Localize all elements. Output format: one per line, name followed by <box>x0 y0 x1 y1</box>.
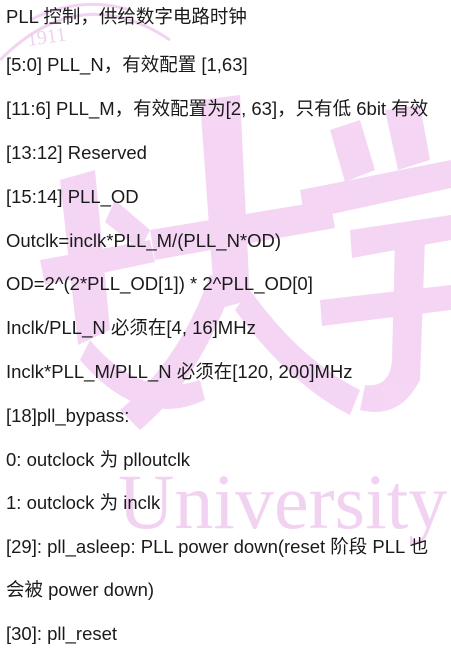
doc-line-3: [11:6] PLL_M，有效配置为[2, 63]，只有低 6bit 有效 <box>6 98 429 119</box>
doc-line-2: [5:0] PLL_N，有效配置 [1,63] <box>6 54 248 75</box>
doc-line-1: PLL 控制，供给数字电路时钟 <box>6 6 247 27</box>
doc-line-7: OD=2^(2*PLL_OD[1]) * 2^PLL_OD[0] <box>6 273 313 294</box>
doc-line-6: Outclk=inclk*PLL_M/(PLL_N*OD) <box>6 230 282 251</box>
watermark-university: University <box>118 458 447 545</box>
doc-line-10: [18]pll_bypass: <box>6 405 130 426</box>
doc-line-15: [30]: pll_reset <box>6 623 118 644</box>
doc-line-12: 1: outclock 为 inclk <box>6 492 161 513</box>
doc-line-13: [29]: pll_asleep: PLL power down(reset 阶… <box>6 536 429 557</box>
doc-line-11: 0: outclock 为 plloutclk <box>6 449 191 470</box>
doc-line-5: [15:14] PLL_OD <box>6 186 139 207</box>
doc-line-8: Inclk/PLL_N 必须在[4, 16]MHz <box>6 317 256 338</box>
doc-line-14: 会被 power down) <box>6 579 155 600</box>
doc-line-4: [13:12] Reserved <box>6 142 147 163</box>
doc-line-9: Inclk*PLL_M/PLL_N 必须在[120, 200]MHz <box>6 361 353 382</box>
